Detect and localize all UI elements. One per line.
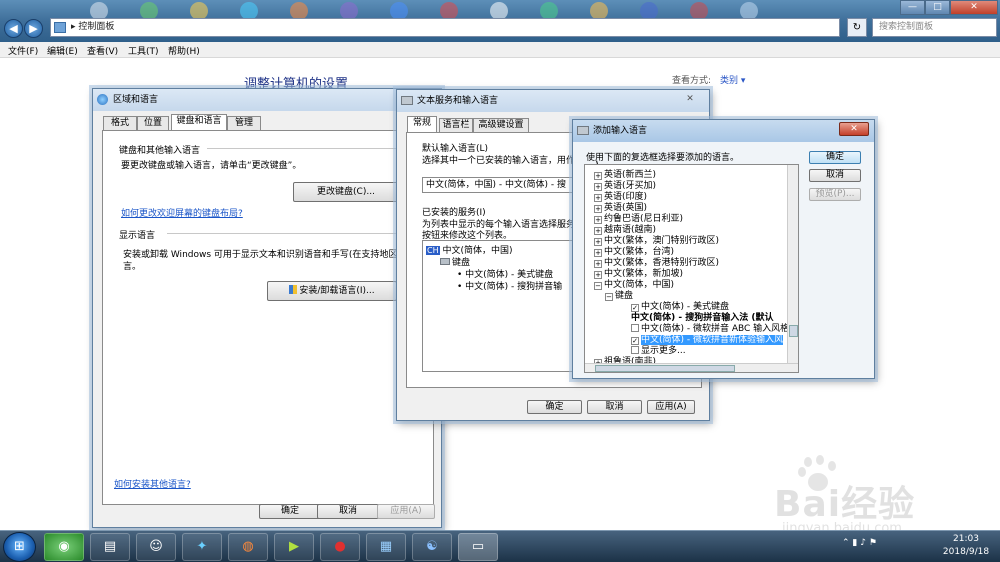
add-language-close-button[interactable]: ✕ bbox=[839, 122, 869, 136]
control-panel-icon bbox=[54, 22, 66, 33]
text-services-title: 文本服务和输入语言 bbox=[397, 90, 709, 112]
system-tray[interactable]: ⌃ ▮ ♪ ⚑ bbox=[842, 538, 932, 554]
menu-file[interactable]: 文件(F) bbox=[8, 44, 38, 57]
change-keyboards-button[interactable]: 更改键盘(C)... bbox=[293, 182, 399, 202]
collapse-icon: − bbox=[605, 293, 613, 301]
kb-layout-help-link[interactable]: 如何更改欢迎屏幕的键盘布局? bbox=[121, 206, 243, 219]
tab-advanced-key-settings[interactable]: 高级键设置 bbox=[473, 118, 529, 132]
scrollbar-thumb[interactable] bbox=[595, 365, 735, 372]
kb-group-label: 键盘和其他输入语言 bbox=[119, 146, 201, 156]
file-explorer-icon[interactable]: ▤ bbox=[90, 533, 130, 561]
close-button[interactable]: ✕ bbox=[950, 0, 998, 15]
clock-time: 21:03 bbox=[953, 534, 979, 544]
tab-formats[interactable]: 格式 bbox=[103, 116, 137, 130]
browser-360-icon[interactable]: ◉ bbox=[44, 533, 84, 561]
keyboard-icon bbox=[401, 96, 413, 105]
search-input[interactable]: 搜索控制面板 bbox=[872, 18, 997, 37]
back-button[interactable]: ◀ bbox=[4, 19, 23, 38]
region-cancel-button[interactable]: 取消 bbox=[317, 504, 379, 519]
video-app-icon[interactable]: ▶ bbox=[274, 533, 314, 561]
region-apply-button[interactable]: 应用(A) bbox=[377, 504, 435, 519]
keyboard-node[interactable]: − 键盘 bbox=[605, 288, 633, 301]
view-by-dropdown[interactable]: 类别 ▾ bbox=[720, 73, 745, 86]
checkbox-unchecked-icon[interactable] bbox=[631, 346, 639, 354]
collapse-icon: − bbox=[594, 282, 602, 290]
text-services-apply-button[interactable]: 应用(A) bbox=[647, 400, 695, 414]
qq-icon[interactable]: ☺ bbox=[136, 533, 176, 561]
add-language-cancel-button[interactable]: 取消 bbox=[809, 169, 861, 182]
watermark-brand: Bai经验 bbox=[774, 484, 916, 525]
install-uninstall-label: 安装/卸载语言(I)... bbox=[299, 286, 375, 296]
checkbox-unchecked-icon[interactable] bbox=[631, 324, 639, 332]
divider bbox=[207, 148, 417, 149]
recorder-icon[interactable]: ● bbox=[320, 533, 360, 561]
kb-description: 要更改键盘或输入语言，请单击“更改键盘”。 bbox=[121, 161, 302, 171]
text-services-cancel-button[interactable]: 取消 bbox=[587, 400, 642, 414]
text-services-ok-button[interactable]: 确定 bbox=[527, 400, 582, 414]
language-tree-list[interactable]: + 英语(新西兰) + 英语(牙买加) + 英语(印度) + 英语(英国) + 约鲁巴语(… bbox=[584, 164, 799, 373]
control-panel-taskbar-icon[interactable]: ▦ bbox=[366, 533, 406, 561]
minimize-button[interactable]: — bbox=[900, 0, 925, 15]
region-dialog-title: 区域和语言 bbox=[93, 89, 441, 111]
region-dialog-title-text: 区域和语言 bbox=[113, 95, 159, 105]
forward-button[interactable]: ▶ bbox=[24, 19, 43, 38]
address-separator: ▸ bbox=[71, 22, 76, 32]
tab-administrative[interactable]: 管理 bbox=[227, 116, 261, 130]
tab-language-bar[interactable]: 语言栏 bbox=[439, 118, 473, 132]
view-by-label: 查看方式: bbox=[672, 76, 712, 86]
display-language-group-label: 显示语言 bbox=[119, 231, 156, 241]
keyboard-icon bbox=[577, 126, 589, 135]
keyboard-icon bbox=[440, 258, 450, 265]
window-controls: — □ ✕ bbox=[900, 0, 1000, 15]
display-description-line2: 言。 bbox=[123, 262, 142, 272]
language-code-badge: CH bbox=[426, 246, 440, 255]
address-bar[interactable]: ▸ 控制面板 bbox=[50, 18, 840, 37]
add-language-instruction: 使用下面的复选框选择要添加的语言。 bbox=[586, 153, 740, 163]
menu-edit[interactable]: 编辑(E) bbox=[47, 44, 78, 57]
address-text[interactable]: 控制面板 bbox=[78, 22, 114, 32]
display-description-line1: 安装或卸载 Windows 可用于显示文本和识别语音和手写(在支持地区)的语 bbox=[123, 250, 419, 260]
tab-keyboards-languages[interactable]: 键盘和语言 bbox=[171, 114, 227, 130]
keyboard-taskbar-icon[interactable]: ▭ bbox=[458, 533, 498, 561]
text-services-close-button[interactable]: ✕ bbox=[683, 94, 697, 106]
add-language-preview-button[interactable]: 预览(P)... bbox=[809, 188, 861, 201]
media-player-icon[interactable]: ✦ bbox=[182, 533, 222, 561]
add-language-ok-button[interactable]: 确定 bbox=[809, 151, 861, 164]
install-uninstall-languages-button[interactable]: 安装/卸载语言(I)... bbox=[267, 281, 397, 301]
menu-tools[interactable]: 工具(T) bbox=[128, 44, 159, 57]
add-language-title-text: 添加输入语言 bbox=[593, 126, 648, 136]
region-tab-panel: 键盘和其他输入语言 要更改键盘或输入语言，请单击“更改键盘”。 更改键盘(C).… bbox=[102, 130, 434, 505]
refresh-button[interactable]: ↻ bbox=[847, 18, 867, 37]
firefox-icon[interactable]: ◍ bbox=[228, 533, 268, 561]
add-language-title: 添加输入语言 bbox=[573, 120, 874, 142]
tree-item-sogou[interactable]: • 中文(简体) - 搜狗拼音输 bbox=[457, 279, 562, 292]
tab-general[interactable]: 常规 bbox=[407, 116, 437, 132]
shield-icon bbox=[289, 285, 298, 294]
maximize-button[interactable]: □ bbox=[925, 0, 950, 15]
menu-bar: 文件(F) 编辑(E) 查看(V) 工具(T) 帮助(H) bbox=[0, 42, 1000, 58]
install-other-languages-link[interactable]: 如何安装其他语言? bbox=[114, 477, 191, 490]
add-input-language-dialog: 添加输入语言 ✕ 使用下面的复选框选择要添加的语言。 确定 取消 预览(P)..… bbox=[572, 119, 875, 379]
divider bbox=[167, 233, 417, 234]
clock-date: 2018/9/18 bbox=[942, 547, 990, 557]
region-language-taskbar-icon[interactable]: ☯ bbox=[412, 533, 452, 561]
start-button[interactable]: ⊞ bbox=[3, 532, 36, 562]
region-language-dialog: 区域和语言 格式 位置 键盘和语言 管理 键盘和其他输入语言 要更改键盘或输入语… bbox=[92, 88, 442, 528]
scrollbar-thumb[interactable] bbox=[789, 325, 798, 337]
vertical-scrollbar[interactable] bbox=[787, 165, 798, 363]
menu-help[interactable]: 帮助(H) bbox=[168, 44, 200, 57]
horizontal-scrollbar[interactable] bbox=[585, 363, 798, 372]
menu-view[interactable]: 查看(V) bbox=[87, 44, 118, 57]
globe-icon bbox=[97, 94, 108, 105]
region-ok-button[interactable]: 确定 bbox=[259, 504, 321, 519]
clock[interactable]: 21:03 2018/9/18 bbox=[935, 533, 997, 559]
text-services-title-text: 文本服务和输入语言 bbox=[417, 96, 499, 106]
tab-location[interactable]: 位置 bbox=[137, 116, 169, 130]
